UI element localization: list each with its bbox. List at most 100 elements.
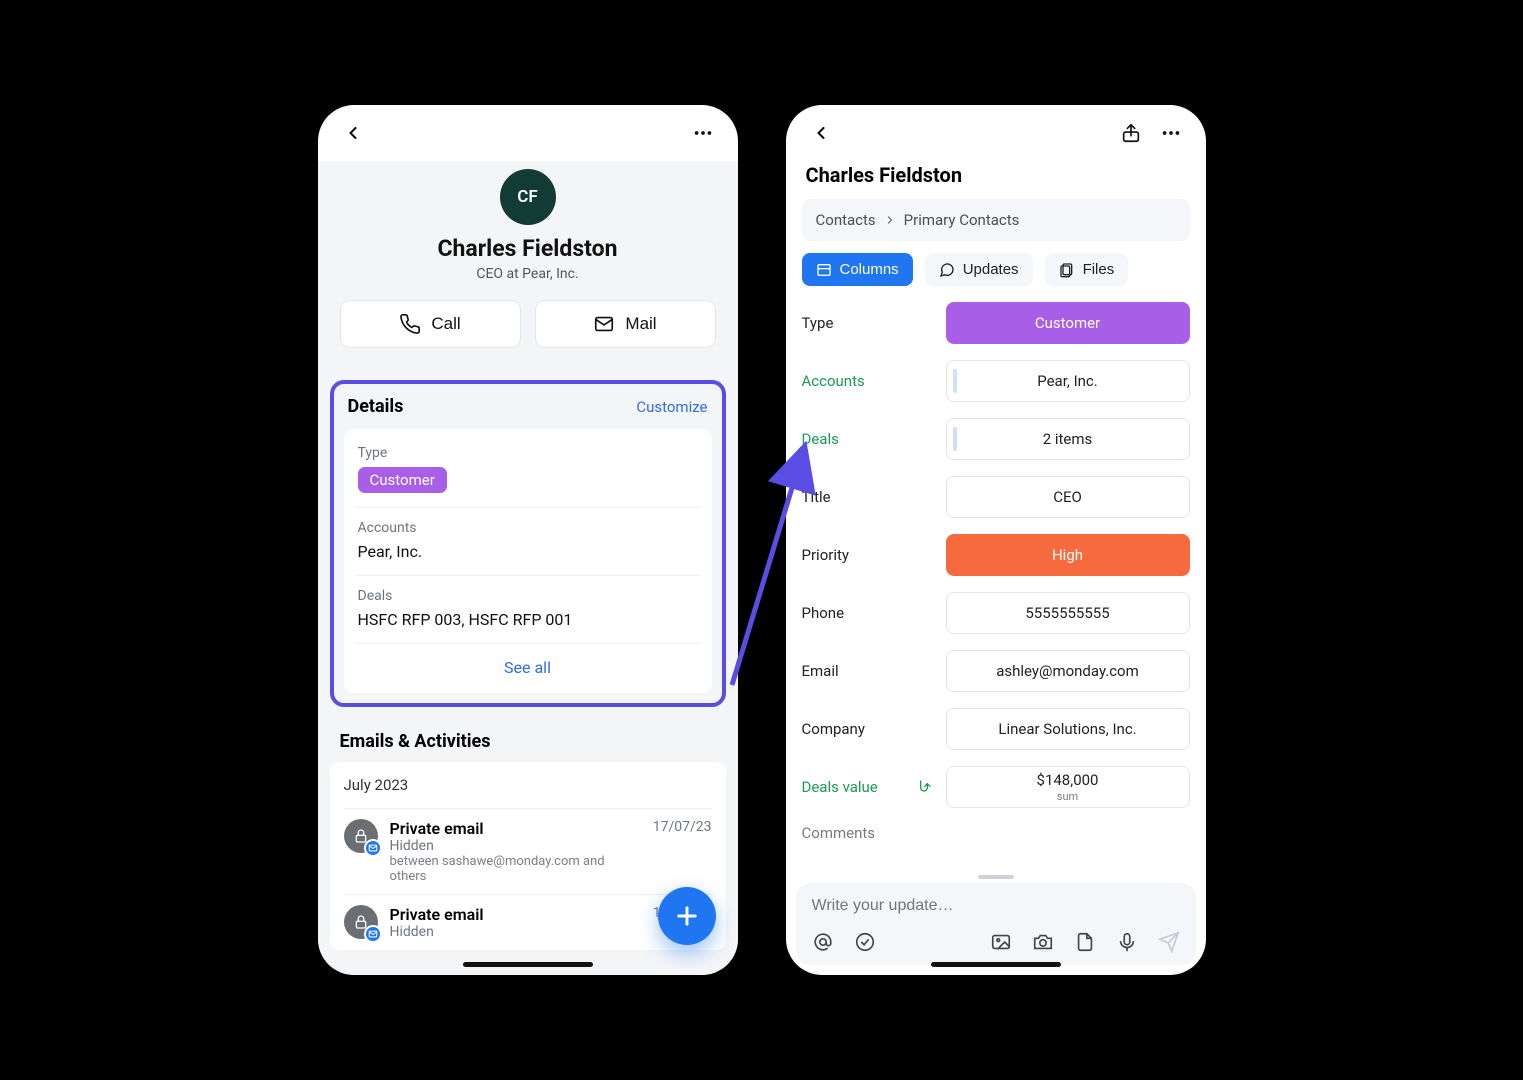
activity-sub: Hidden — [390, 924, 641, 940]
field-value-deals[interactable]: 2 items — [946, 418, 1190, 460]
mail-badge-icon — [364, 839, 382, 857]
contact-subtitle: CEO at Pear, Inc. — [336, 266, 720, 282]
see-all-link[interactable]: See all — [356, 644, 700, 693]
activity-meta: between sashawe@monday.com and others — [390, 854, 641, 884]
action-row: Call Mail — [336, 300, 720, 348]
update-input[interactable] — [810, 893, 1182, 919]
activity-row[interactable]: Private email Hidden between sashawe@mon… — [344, 808, 712, 894]
image-button[interactable] — [988, 929, 1014, 955]
link-indicator-icon — [953, 369, 957, 393]
link-indicator-icon — [953, 427, 957, 451]
field-value-dealsvalue[interactable]: $148,000 sum — [946, 766, 1190, 808]
avatar: CF — [500, 169, 556, 225]
mail-button[interactable]: Mail — [535, 300, 716, 348]
details-title: Details — [348, 396, 404, 417]
activities-month: July 2023 — [344, 776, 712, 794]
mail-icon — [593, 313, 615, 335]
detail-label-type: Type — [358, 445, 698, 461]
mic-button[interactable] — [1114, 929, 1140, 955]
field-value-phone[interactable]: 5555555555 — [946, 592, 1190, 634]
checklist-button[interactable] — [852, 929, 878, 955]
more-horizontal-icon — [692, 122, 714, 144]
tab-columns[interactable]: Columns — [802, 253, 913, 286]
field-label-priority: Priority — [802, 546, 932, 564]
chevron-left-icon — [343, 123, 363, 143]
more-horizontal-icon — [1160, 122, 1182, 144]
at-icon — [812, 931, 834, 953]
share-button[interactable] — [1114, 116, 1148, 150]
file-icon — [1074, 931, 1096, 953]
field-value-email[interactable]: ashley@monday.com — [946, 650, 1190, 692]
lock-icon — [344, 905, 378, 939]
send-icon — [1158, 931, 1180, 953]
activities-section-title: Emails & Activities — [318, 725, 738, 762]
lock-icon — [344, 819, 378, 853]
tab-updates[interactable]: Updates — [925, 253, 1033, 286]
field-label-type: Type — [802, 314, 932, 332]
chat-icon — [939, 262, 955, 278]
activity-date: 17/07/23 — [653, 819, 712, 884]
detail-label-accounts: Accounts — [358, 520, 698, 536]
mail-label: Mail — [625, 314, 656, 334]
home-indicator — [463, 962, 593, 967]
field-value-company[interactable]: Linear Solutions, Inc. — [946, 708, 1190, 750]
field-label-email: Email — [802, 662, 932, 680]
tab-columns-label: Columns — [840, 261, 899, 278]
field-label-company: Company — [802, 720, 932, 738]
file-button[interactable] — [1072, 929, 1098, 955]
field-label-comments: Comments — [802, 824, 932, 842]
breadcrumb-leaf: Primary Contacts — [904, 211, 1020, 229]
activity-sub: Hidden — [390, 838, 641, 854]
chevron-right-icon — [884, 214, 896, 226]
fab-add-button[interactable] — [658, 887, 716, 945]
activity-title: Private email — [390, 819, 641, 838]
field-value-priority[interactable]: High — [946, 534, 1190, 576]
camera-icon — [1032, 931, 1054, 953]
field-label-deals: Deals — [802, 430, 932, 448]
back-button[interactable] — [804, 116, 838, 150]
field-value-accounts[interactable]: Pear, Inc. — [946, 360, 1190, 402]
share-icon — [1120, 122, 1142, 144]
phone-contact-details: Charles Fieldston Contacts Primary Conta… — [786, 105, 1206, 975]
mention-button[interactable] — [810, 929, 836, 955]
field-label-accounts: Accounts — [802, 372, 932, 390]
phone-icon — [399, 313, 421, 335]
call-label: Call — [431, 314, 460, 334]
customize-link[interactable]: Customize — [636, 398, 707, 416]
check-circle-icon — [854, 931, 876, 953]
drag-handle[interactable] — [978, 875, 1014, 879]
mirror-icon — [916, 779, 932, 795]
files-icon — [1059, 262, 1075, 278]
more-button[interactable] — [1154, 116, 1188, 150]
detail-label-deals: Deals — [358, 588, 698, 604]
tab-files-label: Files — [1083, 261, 1115, 278]
activity-title: Private email — [390, 905, 641, 924]
mail-badge-icon — [364, 925, 382, 943]
field-value-title[interactable]: CEO — [946, 476, 1190, 518]
call-button[interactable]: Call — [340, 300, 521, 348]
update-bar — [796, 883, 1196, 965]
send-button — [1156, 929, 1182, 955]
activity-row[interactable]: Private email Hidden 10/07/23 — [344, 894, 712, 950]
back-button[interactable] — [336, 116, 370, 150]
breadcrumb[interactable]: Contacts Primary Contacts — [802, 199, 1190, 241]
field-label-phone: Phone — [802, 604, 932, 622]
detail-value-deals[interactable]: HSFC RFP 003, HSFC RFP 001 — [358, 610, 698, 629]
breadcrumb-root: Contacts — [816, 211, 876, 229]
field-label-dealsvalue: Deals value — [802, 778, 932, 796]
profile-header: CF Charles Fieldston CEO at Pear, Inc. C… — [318, 161, 738, 366]
fields-list: Type Customer Accounts Pear, Inc. Deals … — [786, 296, 1206, 883]
mic-icon — [1116, 931, 1138, 953]
contact-name: Charles Fieldston — [336, 235, 720, 262]
page-title: Charles Fieldston — [786, 161, 1206, 199]
tab-updates-label: Updates — [963, 261, 1019, 278]
type-chip[interactable]: Customer — [358, 467, 447, 493]
chevron-left-icon — [811, 123, 831, 143]
plus-icon — [673, 902, 701, 930]
more-button[interactable] — [686, 116, 720, 150]
detail-value-accounts[interactable]: Pear, Inc. — [358, 542, 698, 561]
tab-files[interactable]: Files — [1045, 253, 1129, 286]
camera-button[interactable] — [1030, 929, 1056, 955]
field-value-type[interactable]: Customer — [946, 302, 1190, 344]
details-card: Details Customize Type Customer Accounts… — [330, 380, 726, 707]
